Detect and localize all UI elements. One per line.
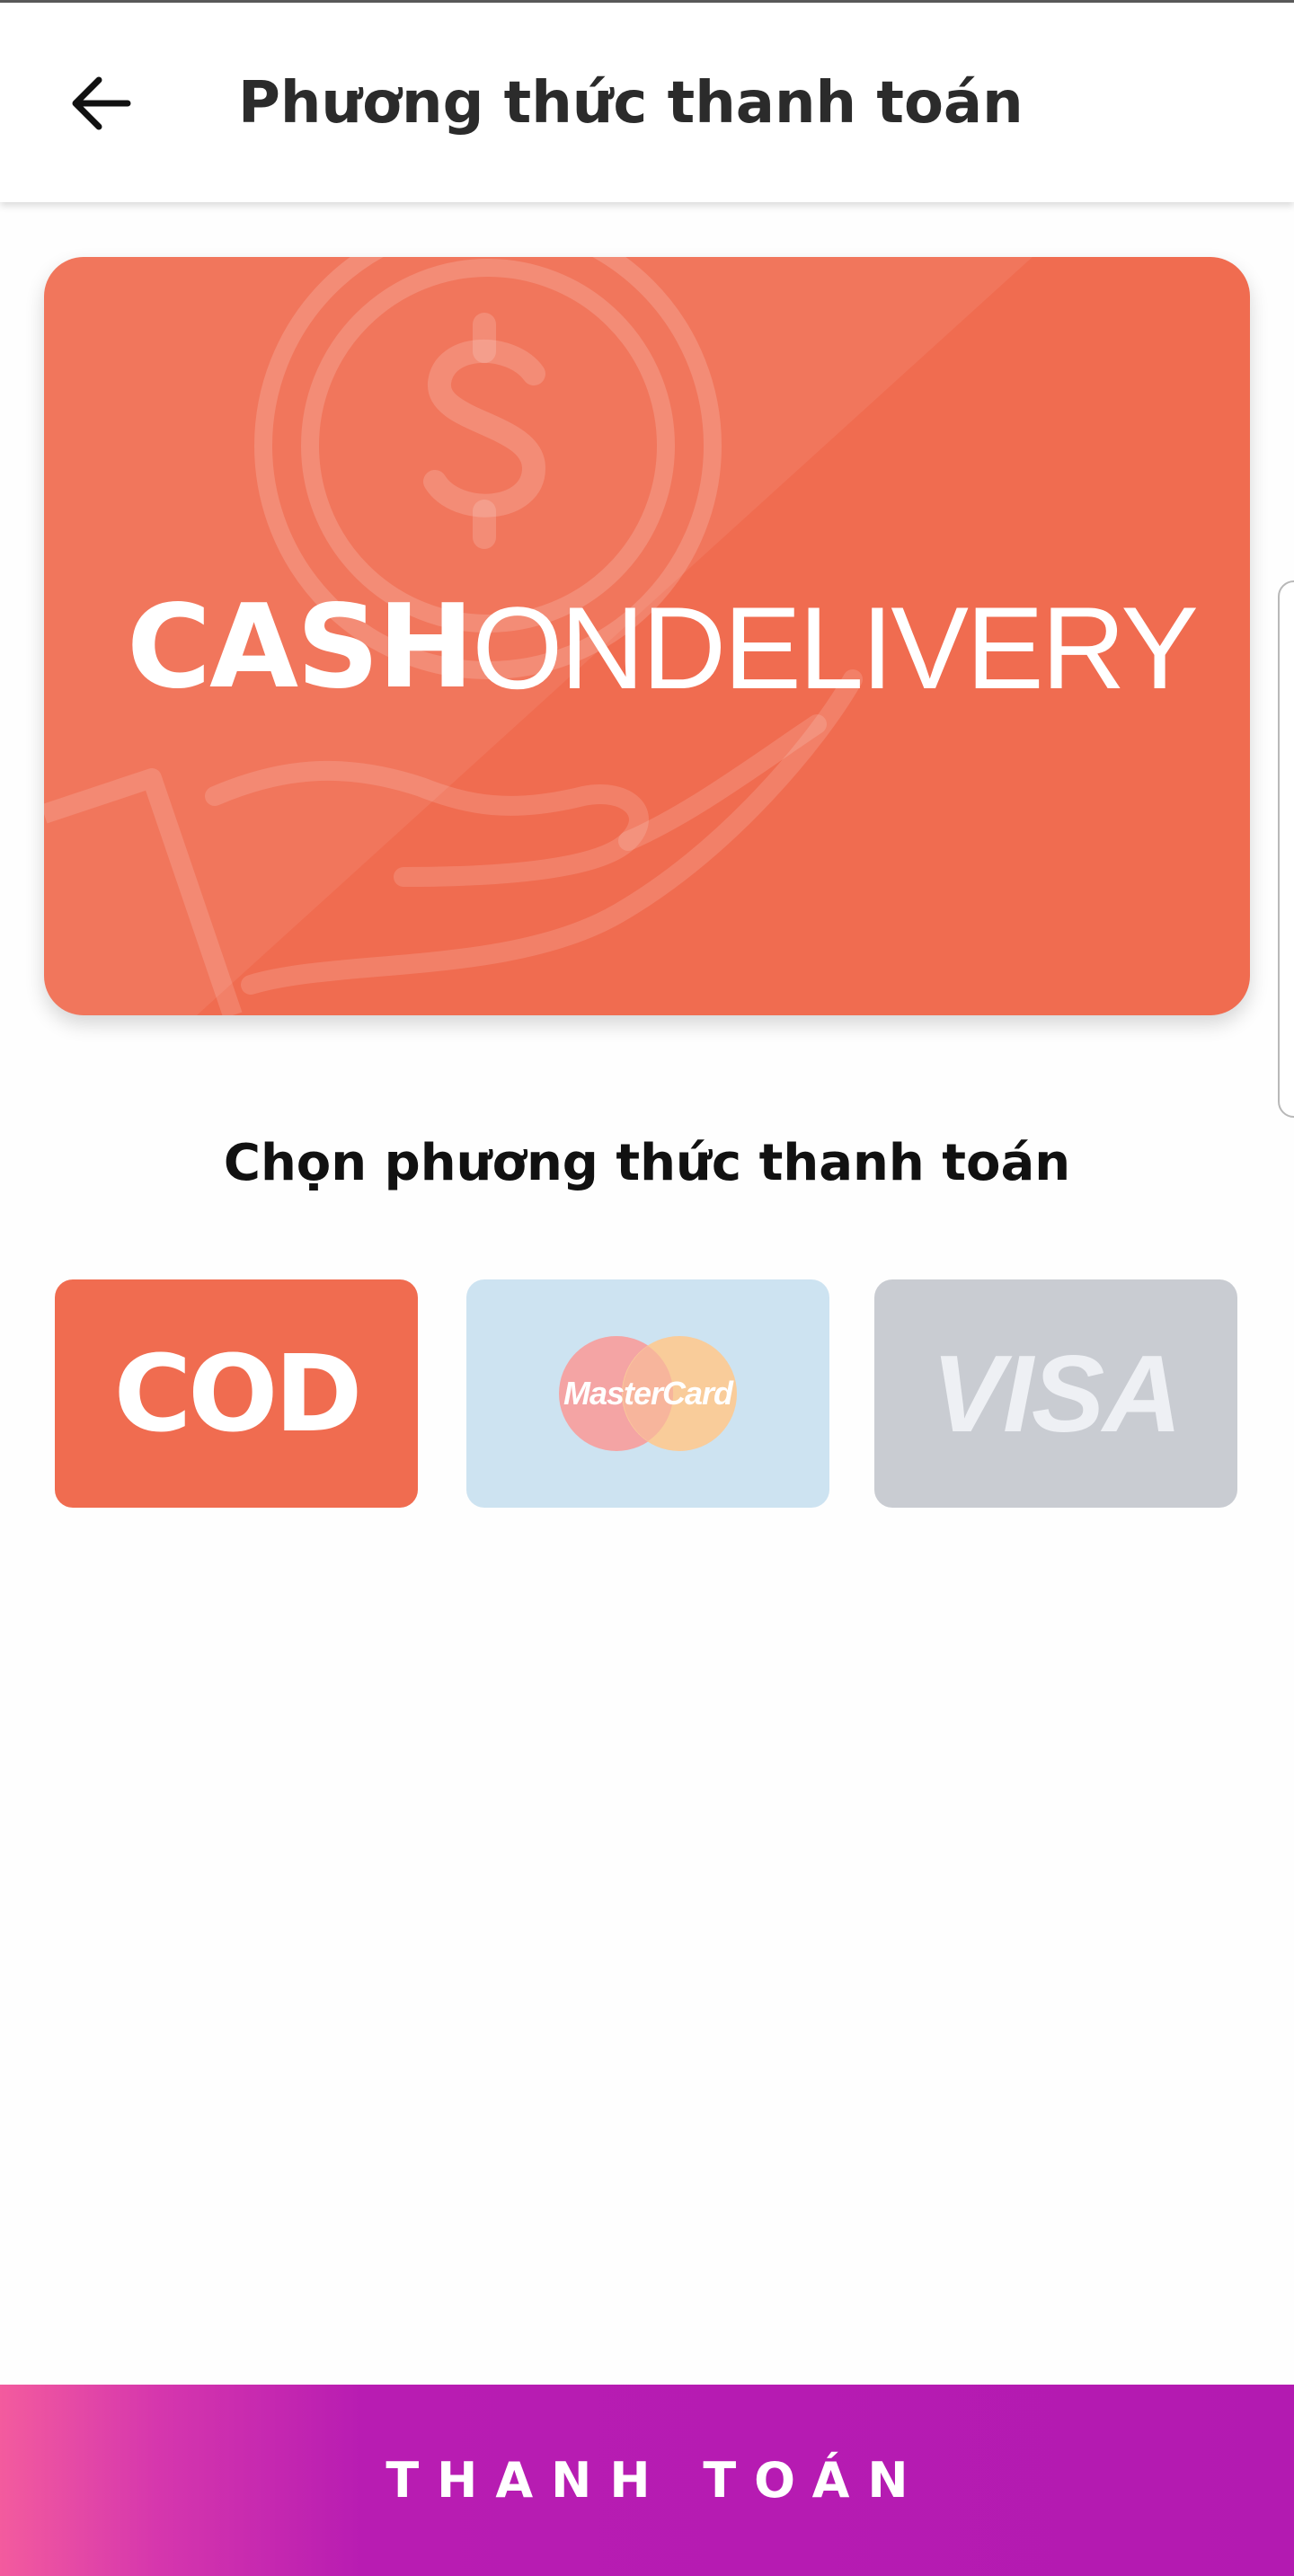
payment-option-visa[interactable]: VISA (874, 1279, 1237, 1508)
arrow-left-icon (72, 76, 131, 130)
cod-logo: COD (113, 1332, 363, 1456)
logo-text-light: ONDELIVERY (472, 582, 1199, 713)
section-title: Chọn phương thức thanh toán (223, 1134, 1071, 1192)
payment-method-screen: Phương thức thanh toán CASH ONDELIVERY C… (0, 0, 1294, 2576)
app-bar: Phương thức thanh toán (0, 3, 1294, 202)
side-panel-handle[interactable] (1278, 580, 1294, 1118)
back-button[interactable] (54, 57, 147, 150)
mastercard-logo: MasterCard (559, 1336, 737, 1451)
pay-button[interactable]: THANH TOÁN (0, 2385, 1294, 2576)
payment-option-cod[interactable]: COD (55, 1279, 418, 1508)
page-title: Phương thức thanh toán (238, 70, 1024, 137)
cash-on-delivery-logo: CASH ONDELIVERY (127, 580, 1199, 715)
selected-method-banner: CASH ONDELIVERY (44, 257, 1250, 1015)
visa-logo: VISA (931, 1332, 1183, 1455)
pay-button-label: THANH TOÁN (386, 2452, 926, 2509)
logo-text-bold: CASH (127, 580, 474, 714)
payment-option-mastercard[interactable]: MasterCard (466, 1279, 829, 1508)
mastercard-label: MasterCard (563, 1375, 734, 1412)
